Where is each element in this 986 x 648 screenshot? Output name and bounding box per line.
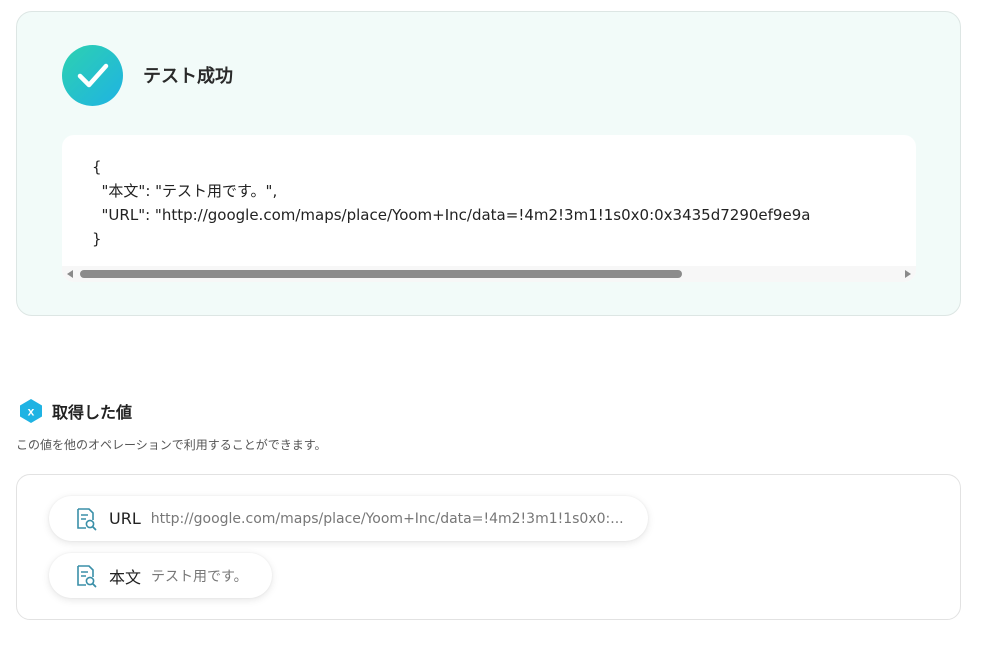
scroll-left-arrow-icon[interactable] [67, 270, 73, 278]
values-section-header: x 取得した値 [18, 398, 132, 424]
success-title: テスト成功 [143, 66, 233, 87]
values-description: この値を他のオペレーションで利用することができます。 [16, 438, 327, 452]
json-output-text: { "本文": "テスト用です。", "URL": "http://google… [92, 155, 810, 251]
json-line: "本文": "テスト用です。", [92, 182, 278, 200]
json-line: "URL": "http://google.com/maps/place/Yoo… [92, 206, 811, 224]
document-search-icon [77, 564, 97, 587]
scrollbar-thumb[interactable] [80, 270, 682, 278]
value-chip-url[interactable]: URL http://google.com/maps/place/Yoom+In… [49, 496, 648, 541]
test-result-panel: テスト成功 { "本文": "テスト用です。", "URL": "http://… [16, 11, 961, 316]
scroll-right-arrow-icon[interactable] [905, 270, 911, 278]
document-search-icon [77, 507, 97, 530]
variable-icon: x [20, 399, 42, 423]
json-line: } [92, 230, 102, 248]
horizontal-scrollbar[interactable] [62, 266, 916, 282]
svg-text:x: x [28, 405, 35, 419]
values-list: URL http://google.com/maps/place/Yoom+In… [16, 474, 961, 620]
values-title: 取得した値 [52, 403, 133, 422]
chip-value: テスト用です。 [151, 568, 248, 585]
chip-value: http://google.com/maps/place/Yoom+Inc/da… [150, 510, 624, 527]
success-check-icon [62, 45, 123, 106]
value-chip-body[interactable]: 本文 テスト用です。 [49, 553, 272, 598]
chip-label: URL [109, 509, 141, 528]
chip-label: 本文 [109, 567, 142, 587]
json-output-box[interactable]: { "本文": "テスト用です。", "URL": "http://google… [62, 135, 916, 282]
json-line: { [92, 158, 102, 176]
